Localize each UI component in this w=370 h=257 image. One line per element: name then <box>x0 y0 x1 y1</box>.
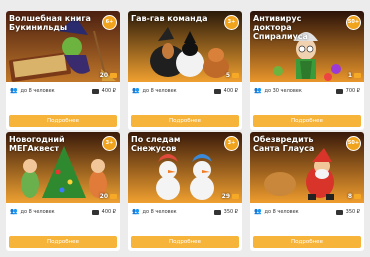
quest-image[interactable]: По следам Снежусов 3+ 29 <box>128 132 242 203</box>
people-limit-text: до 8 человек <box>20 209 55 215</box>
quest-grid: Волшебная книга Букинильды 6+ 20 👥 до 8 ч… <box>0 0 370 257</box>
quest-meta: 👥 до 8 человек 350 ₽ <box>128 206 242 218</box>
age-badge: 50+ <box>346 15 361 30</box>
reviews-count: 5 <box>226 72 239 79</box>
reviews-count: 8 <box>348 193 361 200</box>
people-icon: 👥 <box>254 87 262 94</box>
price-text: 400 ₽ <box>101 209 116 215</box>
quest-meta: 👥 до 8 человек 400 ₽ <box>6 206 120 218</box>
price-text: 350 ₽ <box>223 209 238 215</box>
age-badge: 6+ <box>102 15 117 30</box>
age-badge: 3+ <box>102 136 117 151</box>
quest-card[interactable]: По следам Снежусов 3+ 29 👥 до 8 человек 3… <box>128 132 242 251</box>
people-icon: 👥 <box>132 208 140 215</box>
age-badge: 50+ <box>346 136 361 151</box>
quest-title: Гав-гав команда <box>131 14 208 23</box>
wallet-icon <box>213 88 221 94</box>
reviews-count-value: 5 <box>225 72 230 79</box>
quest-image[interactable]: Гав-гав команда 3+ 5 <box>128 11 242 82</box>
reviews-count-value: 1 <box>347 72 352 79</box>
wallet-icon <box>91 88 99 94</box>
people-limit: 👥 до 8 человек <box>10 208 55 216</box>
comment-icon <box>110 73 117 78</box>
people-icon: 👥 <box>10 87 18 94</box>
quest-card[interactable]: Антивирус доктора Спиралиуса 50+ 1 👥 до 3… <box>250 11 364 130</box>
reviews-count: 29 <box>222 193 239 200</box>
quest-title: По следам Снежусов <box>131 135 181 153</box>
people-limit: 👥 до 8 человек <box>132 87 177 95</box>
age-badge: 3+ <box>224 15 239 30</box>
quest-title: Волшебная книга Букинильды <box>9 14 91 32</box>
people-limit: 👥 до 8 человек <box>132 208 177 216</box>
price: 400 ₽ <box>213 88 238 94</box>
quest-meta: 👥 до 8 человек 350 ₽ <box>250 206 364 218</box>
quest-title: Обезвредить Санта Глауса <box>253 135 315 153</box>
quest-image[interactable]: Волшебная книга Букинильды 6+ 20 <box>6 11 120 82</box>
people-limit-text: до 30 человек <box>264 88 302 94</box>
price-text: 400 ₽ <box>223 88 238 94</box>
price: 700 ₽ <box>335 88 360 94</box>
reviews-count: 1 <box>348 72 361 79</box>
price: 350 ₽ <box>213 209 238 215</box>
details-button[interactable]: Подробнее <box>131 236 239 248</box>
details-button[interactable]: Подробнее <box>9 115 117 127</box>
quest-title: Антивирус доктора Спиралиуса <box>253 14 308 41</box>
wallet-icon <box>335 209 343 215</box>
people-limit-text: до 8 человек <box>20 88 55 94</box>
wallet-icon <box>213 209 221 215</box>
wallet-icon <box>335 88 343 94</box>
details-button[interactable]: Подробнее <box>253 236 361 248</box>
price: 400 ₽ <box>91 209 116 215</box>
details-button[interactable]: Подробнее <box>253 115 361 127</box>
price-text: 400 ₽ <box>101 88 116 94</box>
quest-image[interactable]: Обезвредить Санта Глауса 50+ 8 <box>250 132 364 203</box>
reviews-count-value: 20 <box>99 193 108 200</box>
details-button[interactable]: Подробнее <box>9 236 117 248</box>
quest-title: Новогодний МЕГАквест <box>9 135 65 153</box>
comment-icon <box>354 73 361 78</box>
people-icon: 👥 <box>254 208 262 215</box>
people-icon: 👥 <box>132 87 140 94</box>
reviews-count-value: 8 <box>347 193 352 200</box>
people-limit-text: до 8 человек <box>142 209 177 215</box>
price: 350 ₽ <box>335 209 360 215</box>
quest-card[interactable]: Новогодний МЕГАквест 3+ 20 👥 до 8 человек… <box>6 132 120 251</box>
people-icon: 👥 <box>10 208 18 215</box>
comment-icon <box>110 194 117 199</box>
quest-card[interactable]: Волшебная книга Букинильды 6+ 20 👥 до 8 ч… <box>6 11 120 130</box>
price: 400 ₽ <box>91 88 116 94</box>
reviews-count-value: 29 <box>221 193 230 200</box>
price-text: 700 ₽ <box>345 88 360 94</box>
people-limit-text: до 8 человек <box>142 88 177 94</box>
comment-icon <box>232 73 239 78</box>
wallet-icon <box>91 209 99 215</box>
quest-meta: 👥 до 8 человек 400 ₽ <box>128 85 242 97</box>
quest-meta: 👥 до 8 человек 400 ₽ <box>6 85 120 97</box>
people-limit: 👥 до 8 человек <box>254 208 299 216</box>
reviews-count: 20 <box>100 193 117 200</box>
quest-image[interactable]: Новогодний МЕГАквест 3+ 20 <box>6 132 120 203</box>
details-button[interactable]: Подробнее <box>131 115 239 127</box>
comment-icon <box>232 194 239 199</box>
age-badge: 3+ <box>224 136 239 151</box>
people-limit: 👥 до 30 человек <box>254 87 302 95</box>
quest-image[interactable]: Антивирус доктора Спиралиуса 50+ 1 <box>250 11 364 82</box>
reviews-count-value: 20 <box>99 72 108 79</box>
quest-card[interactable]: Гав-гав команда 3+ 5 👥 до 8 человек 400 ₽… <box>128 11 242 130</box>
price-text: 350 ₽ <box>345 209 360 215</box>
people-limit: 👥 до 8 человек <box>10 87 55 95</box>
reviews-count: 20 <box>100 72 117 79</box>
comment-icon <box>354 194 361 199</box>
people-limit-text: до 8 человек <box>264 209 299 215</box>
quest-card[interactable]: Обезвредить Санта Глауса 50+ 8 👥 до 8 чел… <box>250 132 364 251</box>
quest-meta: 👥 до 30 человек 700 ₽ <box>250 85 364 97</box>
